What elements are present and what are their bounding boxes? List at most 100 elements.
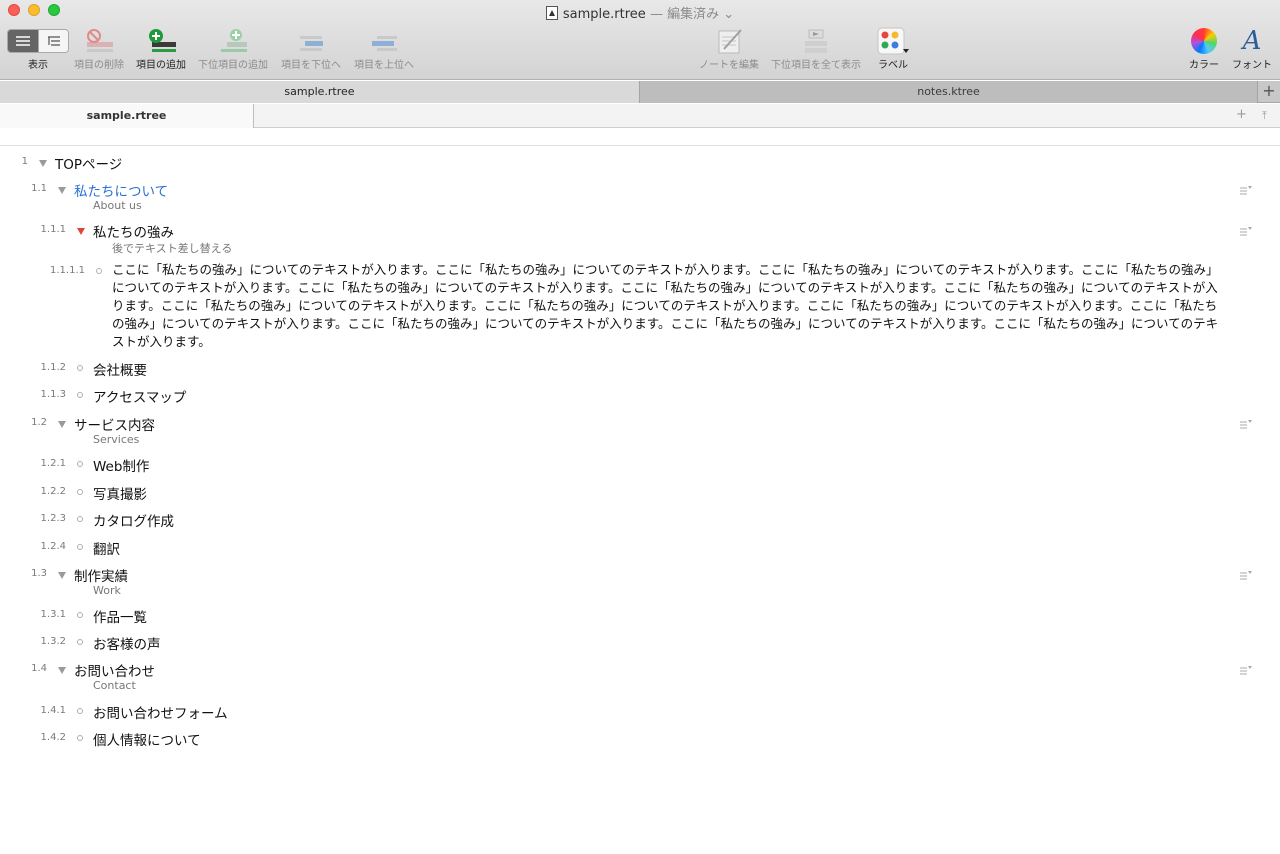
bullet-icon [77,639,83,645]
disclosure-triangle-icon[interactable] [58,572,66,579]
bullet-icon [77,708,83,714]
note-icon[interactable] [1239,226,1252,236]
edit-note-button[interactable]: ノートを編集 [699,26,759,72]
row-number: 1.1 [31,183,47,194]
window-filename: sample.rtree [562,7,646,22]
row-number: 1.3.1 [40,609,66,620]
row-number: 1.4.2 [40,732,66,743]
bullet-icon [77,544,83,550]
delete-item-label: 項目の削除 [74,60,124,71]
tab-notes-ktree[interactable]: notes.ktree [640,81,1257,103]
note-icon[interactable] [1239,570,1252,580]
disclosure-triangle-icon[interactable] [58,667,66,674]
row-subtitle: Services [93,433,140,446]
add-item-button[interactable]: 項目の追加 [136,26,186,72]
row-number: 1.4.1 [40,705,66,716]
disclosure-triangle-icon[interactable] [58,187,66,194]
outline-view-button[interactable] [8,30,38,52]
delete-item-icon [87,29,113,52]
row-title[interactable]: お客様の声 [93,633,161,653]
subtab-sample-rtree[interactable]: sample.rtree [0,104,254,128]
document-tab-bar: sample.rtree + ⤒ [0,104,1280,128]
tree-view-button[interactable] [38,30,68,52]
show-all-label: 下位項目を全て表示 [771,60,861,71]
move-down-label: 項目を下位へ [281,60,341,71]
note-icon[interactable] [1239,185,1252,195]
row-number: 1.4 [31,663,47,674]
row-number: 1.2.4 [40,541,66,552]
row-number: 1.1.1 [40,224,66,235]
list-icon [16,36,30,46]
bullet-icon [96,268,102,274]
row-number: 1.2.2 [40,486,66,497]
label-color-icon [877,27,909,55]
add-child-item-button[interactable]: 下位項目の追加 [198,26,268,72]
row-title[interactable]: TOPページ [55,153,122,173]
row-title[interactable]: お問い合わせフォーム [93,702,228,722]
row-title[interactable]: 作品一覧 [93,606,147,626]
new-tab-button[interactable]: + [1257,81,1280,102]
row-number: 1.3 [31,568,47,579]
add-child-item-icon [221,29,247,52]
disclosure-triangle-icon[interactable] [39,160,47,167]
row-title[interactable]: 翻訳 [93,538,120,558]
tab-sample-rtree[interactable]: sample.rtree [0,81,640,103]
row-subtitle: Work [93,584,121,597]
font-icon: A [1242,26,1262,56]
indent-icon [300,36,323,51]
bullet-icon [77,516,83,522]
toolbar: sample.rtree — 編集済み ⌄ 表示 項目の削除 項目の追加 下位項… [0,0,1280,80]
row-number: 1.2.1 [40,458,66,469]
add-item-icon [149,29,176,52]
add-child-item-label: 下位項目の追加 [198,60,268,71]
row-title[interactable]: 私たちの強み [93,221,174,241]
note-edit-icon [718,29,742,54]
row-number: 1.2 [31,417,47,428]
row-number: 1 [21,156,28,167]
row-title[interactable]: 制作実績 [74,565,128,585]
move-up-button[interactable]: 項目を上位へ [354,26,414,72]
row-title[interactable]: カタログ作成 [93,510,174,530]
row-title[interactable]: お問い合わせ [74,660,155,680]
row-title[interactable]: 写真撮影 [93,483,147,503]
row-title[interactable]: サービス内容 [74,414,155,434]
bullet-icon [77,365,83,371]
view-label: 表示 [28,60,48,71]
move-down-button[interactable]: 項目を下位へ [281,26,341,72]
document-icon [545,6,558,20]
row-title[interactable]: アクセスマップ [93,386,186,406]
note-icon[interactable] [1239,419,1252,429]
edited-status: — 編集済み ⌄ [649,7,735,22]
row-subtitle: Contact [93,679,136,692]
pin-icon[interactable]: ⤒ [1262,109,1267,123]
tab-bar: sample.rtree notes.ktree + [0,81,1280,103]
move-up-label: 項目を上位へ [354,60,414,71]
font-button[interactable]: A フォント [1232,26,1272,72]
label-button[interactable]: ラベル [876,26,910,72]
color-wheel-icon [1191,28,1217,54]
row-number: 1.1.2 [40,362,66,373]
row-title[interactable]: 会社概要 [93,359,147,379]
color-button[interactable]: カラー [1189,26,1219,72]
row-number: 1.3.2 [40,636,66,647]
show-all-children-button[interactable]: 下位項目を全て表示 [771,26,861,72]
row-title[interactable]: Web制作 [93,455,149,475]
tree-list-icon [47,36,60,46]
edit-note-label: ノートを編集 [699,60,759,71]
window-title[interactable]: sample.rtree — 編集済み ⌄ [0,3,1280,22]
add-item-label: 項目の追加 [136,60,186,71]
note-icon[interactable] [1239,665,1252,675]
bullet-icon [77,735,83,741]
add-subtab-button[interactable]: + [1236,107,1247,122]
row-subtitle: 後でテキスト差し替える [112,242,233,255]
row-title[interactable]: 私たちについて [74,180,168,200]
row-paragraph[interactable]: ここに「私たちの強み」についてのテキストが入ります。ここに「私たちの強み」につい… [112,261,1227,351]
view-segmented-control[interactable] [7,29,69,53]
delete-item-button[interactable]: 項目の削除 [74,26,124,72]
disclosure-triangle-icon[interactable] [58,421,66,428]
disclosure-triangle-icon[interactable] [77,228,85,235]
bullet-icon [77,461,83,467]
font-label: フォント [1232,60,1272,71]
color-label: カラー [1189,60,1219,71]
row-title[interactable]: 個人情報について [93,729,201,749]
